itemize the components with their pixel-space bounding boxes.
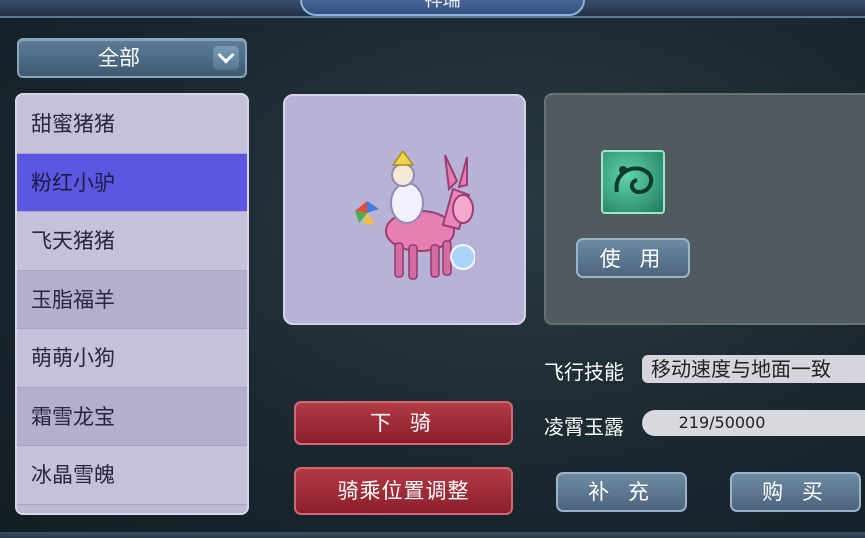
dew-resource-label: 凌霄玉露 — [544, 415, 624, 439]
mount-list-item[interactable]: 萌萌小狗 — [17, 329, 247, 388]
dew-progress-text: 219/50000 — [678, 413, 766, 432]
category-filter-dropdown[interactable]: 全部 — [17, 38, 247, 78]
mount-list-item[interactable]: 飞天猪猪 — [17, 212, 247, 271]
skill-panel: 使 用 — [544, 93, 865, 325]
dismount-button[interactable]: 下 骑 — [294, 401, 513, 445]
pink-donkey-mount-image — [355, 151, 475, 280]
window-title: 祥瑞 — [300, 0, 585, 16]
mount-list-item[interactable]: 玉脂福羊 — [17, 270, 247, 329]
filter-selected-label: 全部 — [98, 46, 140, 70]
mount-preview[interactable] — [283, 94, 526, 325]
adjust-riding-position-button[interactable]: 骑乘位置调整 — [294, 467, 513, 515]
dew-progress-bar: 219/50000 — [642, 410, 865, 436]
use-skill-button[interactable]: 使 用 — [576, 238, 690, 278]
refill-button[interactable]: 补 充 — [556, 472, 687, 512]
flight-skill-label: 飞行技能 — [544, 360, 624, 384]
flight-skill-icon[interactable] — [601, 150, 665, 214]
mount-list-item[interactable]: 甜蜜猪猪 — [17, 95, 247, 154]
buy-button[interactable]: 购 买 — [730, 472, 861, 512]
flight-skill-value: 移动速度与地面一致 — [642, 355, 865, 383]
mount-list[interactable]: 甜蜜猪猪 粉红小驴 飞天猪猪 玉脂福羊 萌萌小狗 霜雪龙宝 冰晶雪魄 — [15, 93, 249, 515]
chevron-down-icon[interactable] — [213, 46, 239, 70]
flight-skill-glyph-icon — [614, 166, 654, 195]
mount-list-item-selected[interactable]: 粉红小驴 — [17, 153, 247, 212]
mount-list-item[interactable]: 冰晶雪魄 — [17, 446, 247, 505]
mount-list-item[interactable]: 霜雪龙宝 — [17, 387, 247, 446]
window-frame-bottom — [0, 532, 865, 538]
